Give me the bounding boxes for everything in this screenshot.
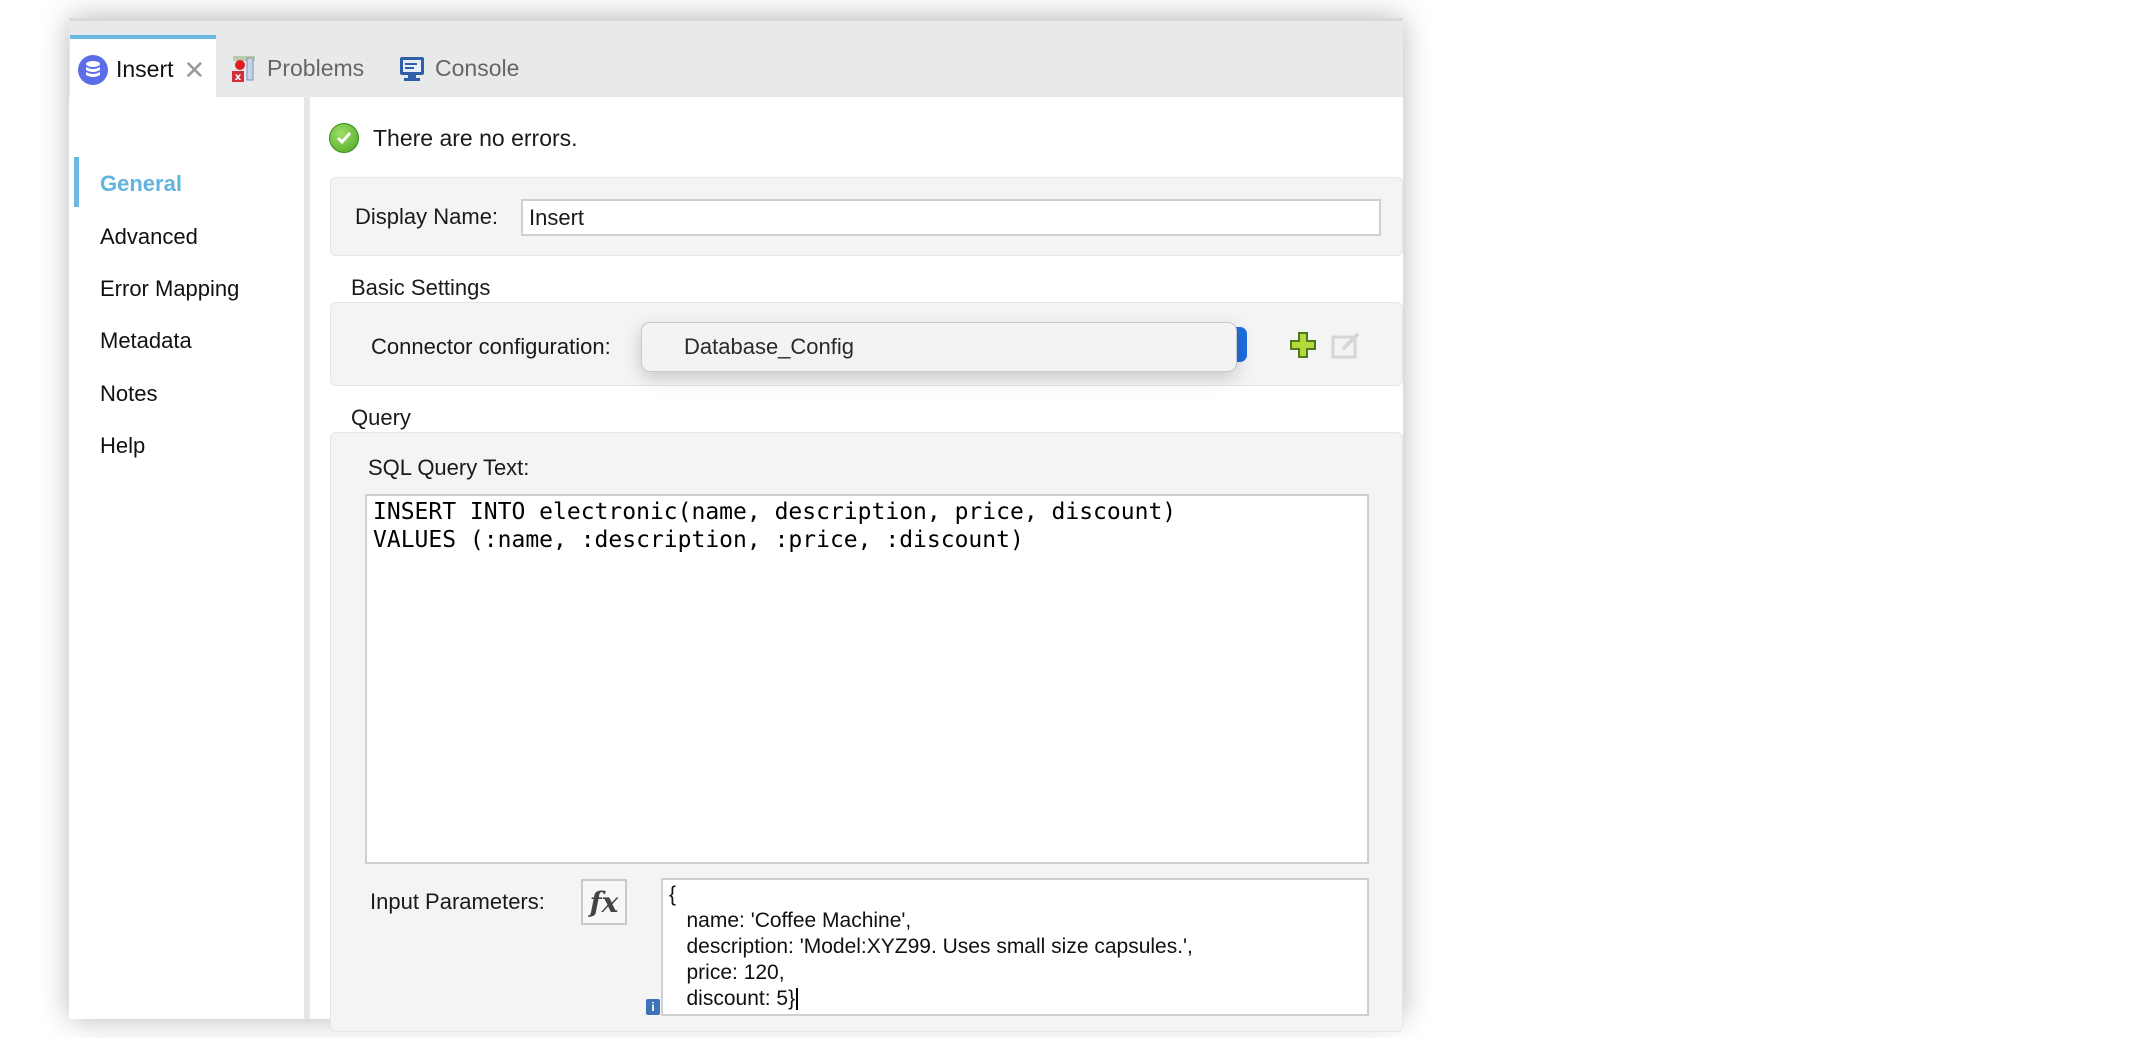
sql-query-editor[interactable]: INSERT INTO electronic(name, description…	[365, 494, 1369, 864]
edit-icon[interactable]	[1331, 331, 1361, 364]
sql-query-label: SQL Query Text:	[368, 455, 530, 480]
basic-settings-box: Connector configuration: Database_Config	[330, 302, 1403, 386]
status-text: There are no errors.	[373, 124, 578, 151]
tab-console[interactable]: Console	[397, 37, 519, 100]
fx-toggle-button[interactable]: fx	[581, 879, 627, 925]
problems-icon: x	[229, 54, 259, 84]
basic-settings-title: Basic Settings	[351, 275, 491, 300]
connector-config-label: Connector configuration:	[371, 334, 611, 359]
database-icon	[78, 54, 108, 85]
tab-label: Insert	[116, 56, 174, 82]
query-box: SQL Query Text: INSERT INTO electronic(n…	[330, 432, 1403, 1032]
input-parameters-text: { name: 'Coffee Machine', description: '…	[669, 883, 1193, 1010]
tab-insert[interactable]: Insert ✕	[70, 35, 216, 100]
display-name-input[interactable]: Insert	[521, 199, 1381, 236]
close-icon[interactable]: ✕	[184, 57, 206, 83]
tab-label: Problems	[267, 55, 365, 81]
sidebar: General Advanced Error Mapping Metadata …	[69, 97, 310, 1019]
info-icon[interactable]: i	[646, 999, 660, 1015]
tab-label: Console	[435, 55, 520, 81]
input-parameters-label: Input Parameters:	[370, 889, 545, 914]
check-circle-icon	[329, 123, 359, 153]
sidebar-item-error-mapping[interactable]: Error Mapping	[100, 276, 239, 302]
display-name-value: Insert	[529, 204, 585, 230]
properties-window: Insert ✕ x Problems Console General Adva…	[69, 18, 1403, 1032]
display-name-label: Display Name:	[355, 204, 499, 229]
status-message: There are no errors.	[329, 123, 578, 153]
svg-text:x: x	[235, 72, 242, 83]
plus-icon[interactable]	[1289, 331, 1317, 364]
display-name-box: Display Name: Insert	[330, 177, 1403, 256]
tab-problems[interactable]: x Problems	[229, 37, 364, 100]
connector-config-value: Database_Config	[684, 334, 855, 359]
general-content: There are no errors. Display Name: Inser…	[310, 97, 1403, 1032]
sidebar-item-help[interactable]: Help	[100, 433, 145, 459]
active-indicator	[74, 157, 79, 207]
sidebar-item-metadata[interactable]: Metadata	[100, 328, 192, 354]
sidebar-item-notes[interactable]: Notes	[100, 381, 157, 407]
console-icon	[397, 54, 427, 84]
sidebar-item-general[interactable]: General	[100, 171, 182, 197]
sidebar-item-advanced[interactable]: Advanced	[100, 224, 198, 250]
tab-bar: Insert ✕ x Problems Console	[69, 18, 1403, 100]
query-title: Query	[351, 405, 411, 430]
input-parameters-editor[interactable]: { name: 'Coffee Machine', description: '…	[661, 878, 1369, 1016]
text-cursor	[796, 988, 799, 1011]
connector-config-select[interactable]: Database_Config	[641, 322, 1237, 372]
